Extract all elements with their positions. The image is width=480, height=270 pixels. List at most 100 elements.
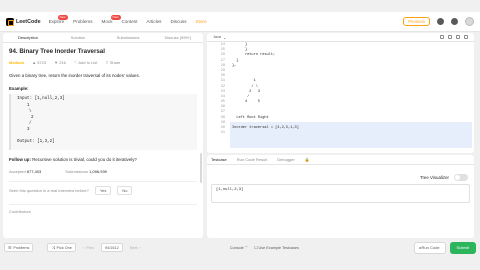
notification-bell-icon[interactable] [437,18,444,25]
use-example-label: Use Example Testcases [258,246,299,250]
add-to-list-label: Add to List [78,60,98,65]
share-label: Share [109,60,121,65]
difficulty-badge: Medium [9,60,25,65]
playground-icon[interactable] [451,18,458,25]
follow-up: Follow up: Recursive solution is trivial… [9,157,197,162]
submissions-stat: Submissions 1,096,939 [65,169,107,174]
code-text[interactable]: } } return result; }}, 1 / \ 2 3 / 4 5 L… [232,43,299,136]
run-code-label: Run Code [421,245,440,250]
avatar[interactable] [465,17,474,26]
like-button[interactable]: ▲ 5723 [32,60,46,65]
problem-meta: Medium ▲ 5723 ▼ 216 ♡ Add to List ⇪ Shar… [9,60,197,65]
nav-contest[interactable]: Contest [122,19,138,24]
tab-run-result[interactable]: Run Code Result [237,157,267,162]
page-indicator[interactable]: 94/1612 [100,243,123,252]
logo-text: LeetCode [16,18,41,25]
tab-testcase[interactable]: Testcase [211,157,227,162]
follow-up-text: Recursive solution is trivial, could you… [32,157,137,162]
chevron-down-icon: ⌄ [223,35,227,40]
follow-up-label: Follow up: [9,157,31,162]
nav-store[interactable]: Store [196,19,207,24]
console-label: Console [229,246,244,250]
problem-stats: Accepted 677,403 Submissions 1,096,939 [9,169,197,174]
tree-node: 3 [27,128,30,132]
dislike-button[interactable]: ▼ 216 [54,60,66,65]
description-panel: Description Solution Submissions Discuss… [3,33,203,238]
tree-node: 2 [31,116,34,120]
tree-edge: \ [29,110,32,114]
language-select[interactable]: Java [213,35,221,39]
problems-button[interactable]: ☰ Problems [4,243,34,252]
tab-description[interactable]: Description [3,35,53,40]
nav-discuss-label: Discuss [170,19,187,24]
submissions-value: 1,096,939 [89,169,107,174]
nav-mock[interactable]: Mock New [101,15,121,24]
submissions-label: Submissions [65,169,88,174]
next-button[interactable]: Next › [127,243,144,252]
premium-button[interactable]: Premium [403,17,430,26]
accepted-value: 677,403 [26,169,42,174]
next-label: Next [129,245,138,250]
code-editor: Java ⌄ 24 25 26 27 28 29 30 31 32 33 34 35 36 37 38 39 40… [207,33,474,153]
accepted-stat: Accepted 677,403 [9,169,41,174]
shuffle-icon: ⤨ [51,245,55,250]
leetcode-logo-icon [6,17,14,26]
no-button[interactable]: No [117,186,133,195]
pick-one-label: Pick One [56,245,72,250]
settings-icon[interactable] [456,35,460,39]
nav-articles[interactable]: Articles [146,19,161,24]
tree-visualizer-toggle[interactable] [454,174,468,181]
tree-visualizer: Tree Visualizer [420,174,468,181]
interview-question: Seen this question in a real interview b… [9,181,197,195]
tab-solution[interactable]: Solution [53,35,103,40]
example-heading: Example: [9,86,29,91]
editor-tools [440,35,468,39]
dislikes-count: 216 [59,60,66,65]
info-icon[interactable] [440,35,444,39]
nav-articles-label: Articles [146,19,162,24]
share-button[interactable]: ⇪ Share [105,60,120,65]
contributors-section[interactable]: Contributors [9,204,197,214]
nav-problems-label: Problems [73,19,93,24]
tree-edge: / [29,122,32,126]
problem-content: 94. Binary Tree Inorder Traversal Medium… [3,43,203,218]
testcase-tabs: Testcase Run Code Result Debugger 🔒 [207,155,474,165]
scrollbar-thumb[interactable] [200,153,202,183]
tab-submissions[interactable]: Submissions [103,35,153,40]
app-window: LeetCode Explore New Problems Mock New Con… [0,0,480,270]
tab-discuss[interactable]: Discuss (999+) [153,35,203,40]
code-line: Inorder traversal = [4,2,5,1,3] [232,126,299,130]
reset-icon[interactable] [448,35,452,39]
testcase-input[interactable]: [1,null,2,3] [211,184,470,203]
run-code-button[interactable]: ▸ Run Code [413,241,446,254]
example-block: Input: [1,null,2,3] 1 \ 2 / 3 Output: [1… [9,94,197,150]
problems-label: Problems [13,245,30,250]
tree-node: 1 [27,104,30,108]
submit-button[interactable]: Submit [449,241,476,254]
logo[interactable]: LeetCode [6,17,41,26]
console-group: Console ⌃ ☐ Use Example Testcases [230,245,299,250]
new-badge: New [57,15,68,20]
left-tabs: Description Solution Submissions Discuss… [3,33,203,43]
yes-button[interactable]: Yes [94,186,112,195]
testcase-panel: Testcase Run Code Result Debugger 🔒 Tree… [207,155,474,238]
use-example-checkbox[interactable]: ☐ Use Example Testcases [254,245,299,250]
fullscreen-icon[interactable] [464,35,468,39]
console-button[interactable]: Console ⌃ [230,245,248,250]
nav-discuss[interactable]: Discuss [170,19,186,24]
tree-visualizer-label: Tree Visualizer [419,175,449,180]
top-navbar: LeetCode Explore New Problems Mock New Con… [0,12,480,32]
accepted-label: Accepted [9,169,26,174]
example-output: Output: [1,3,2] [17,140,55,144]
prev-button[interactable]: ‹ Prev [80,243,97,252]
bottom-right-actions: ▸ Run Code Submit [413,241,476,254]
new-badge: New [110,15,121,20]
tab-debugger[interactable]: Debugger [277,157,295,162]
pick-one-button[interactable]: ⤨ Pick One [47,243,76,252]
add-to-list-button[interactable]: ♡ Add to List [74,60,97,65]
nav-problems[interactable]: Problems [73,19,92,24]
nav-explore[interactable]: Explore New [49,15,68,24]
example-input: Input: [1,null,2,3] [17,97,65,101]
nav-mock-label: Mock [101,19,113,24]
nav-contest-label: Contest [121,19,138,24]
